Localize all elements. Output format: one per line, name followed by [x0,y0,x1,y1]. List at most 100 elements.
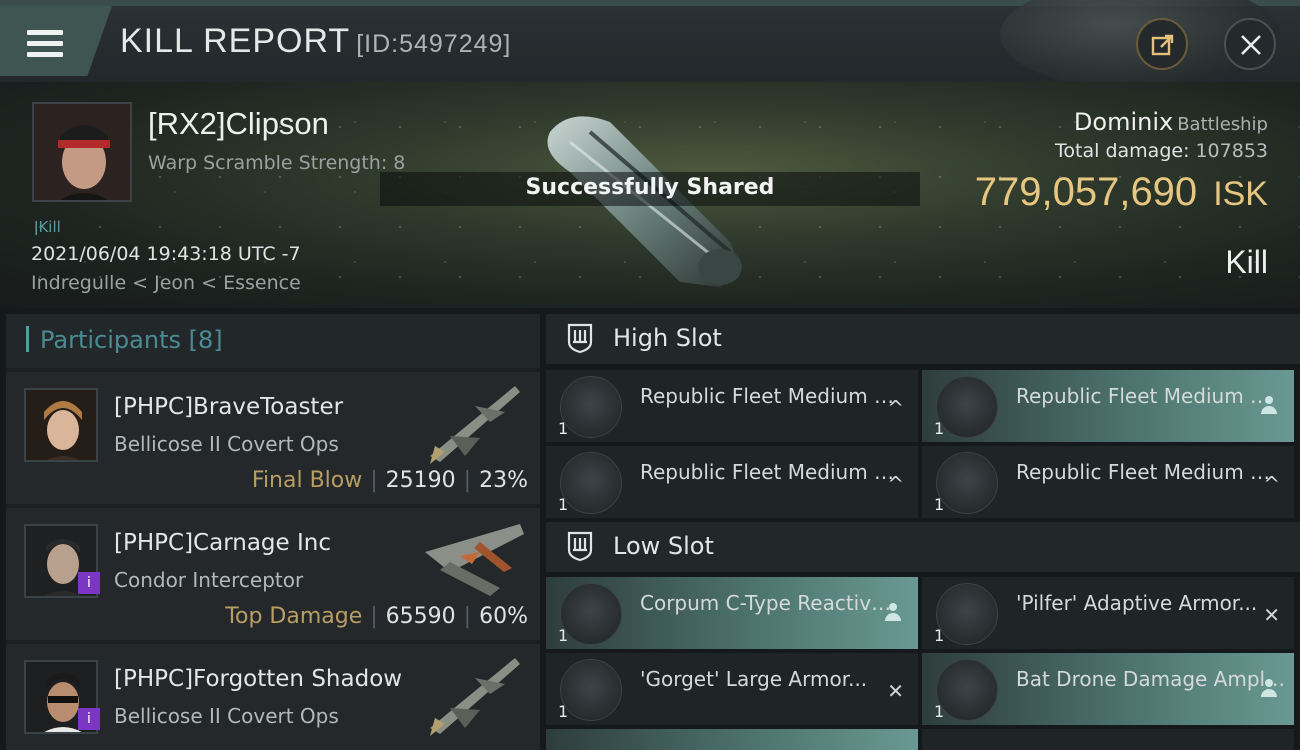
participant-stats: Top Damage | 65590 | 60% [225,604,528,629]
isk-amount: 779,057,690 [974,170,1198,214]
share-export-icon [1151,34,1174,56]
report-id: [ID:5497249] [356,30,512,58]
isk-value: 779,057,690 ISK [975,170,1268,215]
kill-banner: [RX2]Clipson Warp Scramble Strength: 8 ǀ… [0,82,1300,308]
pilot-icon [884,603,902,625]
participant-ship: Condor Interceptor [114,568,304,592]
close-button[interactable] [1224,18,1276,70]
participant-stats: Final Blow | 25190 | 23% [252,468,528,493]
title-text: KILL REPORT [120,22,351,60]
kill-timestamp: 2021/06/04 19:43:18 UTC -7 [31,243,301,265]
module-quantity: 1 [934,702,945,721]
participants-header: Participants [8] [6,314,540,368]
total-damage-label: Total damage: [1055,140,1190,162]
turret-icon [936,376,998,438]
participant-role: Top Damage [225,604,363,629]
kill-location[interactable]: Indregulle < Jeon < Essence [31,272,301,294]
participant-ship-image [425,524,524,596]
info-badge-icon[interactable]: i [78,572,100,594]
victim-name: [RX2]Clipson [148,106,329,141]
module-quantity: 1 [558,626,569,645]
participant-name: [PHPC]Carnage Inc [114,530,331,556]
module-item[interactable]: 1 'Pilfer' Adaptive Armor... ✕ [922,577,1294,649]
destroyed-x-icon: ✕ [887,679,904,703]
total-damage-value: 107853 [1195,140,1268,162]
module-quantity: 1 [934,626,945,645]
stat-separator: | [370,468,378,493]
ship-class: Battleship [1177,114,1268,135]
participant-row[interactable]: [PHPC]BraveToaster Bellicose II Covert O… [6,372,540,504]
module-item[interactable]: 1 'Gorget' Large Armor... ✕ [546,653,918,725]
module-quantity: 1 [558,702,569,721]
low-slot-icon [567,531,593,562]
pilot-icon [1260,396,1278,418]
armor-plate-icon [560,659,622,721]
turret-icon [936,452,998,514]
participant-ship: Bellicose II Covert Ops [114,432,339,456]
low-slot-header: Low Slot [546,522,1300,572]
module-item[interactable]: 1 Republic Fleet Medium Rapi... ^ [546,446,918,518]
module-quantity: 1 [558,495,569,514]
participant-name: [PHPC]BraveToaster [114,394,344,420]
low-slot-title: Low Slot [613,532,714,560]
chevron-up-icon: ^ [887,396,904,420]
info-badge-icon[interactable]: i [78,708,100,730]
drone-amplifier-icon [936,659,998,721]
destroyed-x-icon: ✕ [1263,603,1280,627]
module-quantity: 1 [558,419,569,438]
participant-percent: 23% [479,468,528,493]
pilot-icon [1260,679,1278,701]
participant-damage: 65590 [385,604,456,629]
victim-ship: Dominix Battleship [1074,108,1268,136]
page-title: KILL REPORT [ID:5497249] [120,22,511,61]
toast-message: Successfully Shared [525,175,775,200]
module-item[interactable] [922,729,1294,750]
module-item[interactable]: 1 Republic Fleet Medium Rapi... ^ [546,370,918,442]
turret-icon [560,376,622,438]
participant-row[interactable]: i [PHPC]Forgotten Shadow Bellicose II Co… [6,644,540,750]
participant-avatar[interactable] [24,388,98,462]
armor-hardener-icon [560,583,622,645]
module-name: Republic Fleet Medium Rapi... [1016,460,1276,484]
stat-separator: | [463,604,472,629]
close-icon [1241,35,1261,55]
total-damage: Total damage: 107853 [1055,140,1268,162]
module-name: Corpum C-Type Reactive... [640,591,900,615]
participant-damage: 25190 [385,468,456,493]
high-slot-title: High Slot [613,324,722,352]
participant-ship-image [430,658,520,736]
header-accent-bar [26,326,29,352]
participants-title: Participants [8] [40,326,223,354]
module-quantity: 1 [934,495,945,514]
module-name: Republic Fleet Medium Rapi... [640,460,900,484]
module-name: 'Pilfer' Adaptive Armor... [1016,591,1258,615]
module-item[interactable]: 1 Republic Fleet Medium Rapi... ^ [922,446,1294,518]
module-name: Bat Drone Damage Amplifier [1016,667,1286,691]
participant-ship: Bellicose II Covert Ops [114,704,339,728]
stat-separator: | [370,604,378,629]
participant-role: Final Blow [251,468,363,493]
module-item[interactable]: 1 Bat Drone Damage Amplifier [922,653,1294,725]
victim-avatar[interactable] [32,102,132,202]
participant-percent: 60% [479,604,528,629]
armor-hardener-icon [936,583,998,645]
stat-separator: | [463,468,472,493]
participant-ship-image [430,386,520,464]
chevron-up-icon: ^ [887,472,904,496]
module-quantity: 1 [934,419,945,438]
turret-icon [560,452,622,514]
participants-panel: Participants [8] [PHPC]BraveToaster Bell… [6,314,540,750]
hamburger-menu-icon [27,30,63,58]
kill-tag-label: Kill [38,218,61,236]
share-button[interactable] [1136,18,1188,70]
module-item[interactable] [546,729,918,750]
result-label: Kill [1225,244,1268,280]
module-item[interactable]: 1 Corpum C-Type Reactive... [546,577,918,649]
kill-tag: ǀKill [34,218,61,236]
participant-name: [PHPC]Forgotten Shadow [114,666,403,692]
participant-row[interactable]: i [PHPC]Carnage Inc Condor Interceptor T… [6,508,540,640]
high-slot-header: High Slot [546,314,1300,364]
isk-unit: ISK [1213,175,1268,213]
module-item[interactable]: 1 Republic Fleet Medium Rapi... [922,370,1294,442]
menu-button[interactable] [0,6,112,76]
